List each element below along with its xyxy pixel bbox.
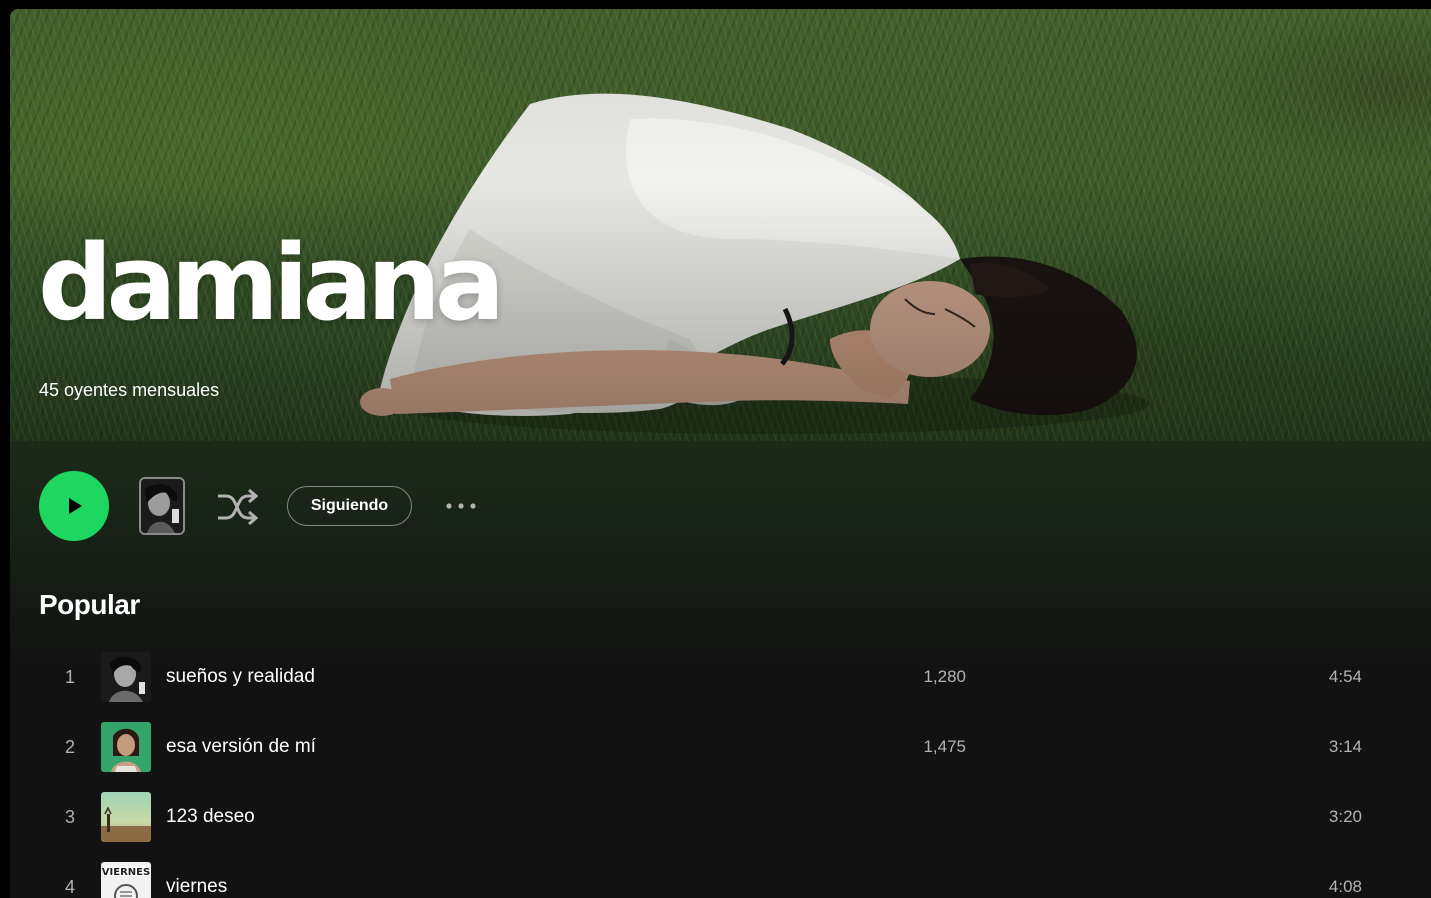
- track-number: 4: [64, 877, 75, 897]
- track-row[interactable]: 3 123 deseo 3:20: [40, 787, 1400, 847]
- preview-thumbnail: [141, 479, 183, 533]
- track-cover: [101, 722, 151, 772]
- shuffle-icon: [218, 488, 259, 526]
- play-icon: [69, 498, 82, 514]
- track-cover: [101, 652, 151, 702]
- track-title[interactable]: viernes: [166, 876, 227, 898]
- track-number: 2: [64, 737, 75, 757]
- track-duration: 3:14: [1328, 737, 1362, 756]
- svg-text:VIERNES: VIERNES: [102, 867, 150, 878]
- monthly-listeners: 45 oyentes mensuales: [39, 380, 220, 400]
- track-row[interactable]: 2 esa versión de mí 1,475 3:14: [40, 717, 1400, 777]
- track-duration: 3:20: [1328, 807, 1362, 826]
- track-title[interactable]: esa versión de mí: [166, 736, 316, 758]
- shuffle-button[interactable]: [216, 487, 259, 527]
- track-play-count: 1,280: [923, 667, 966, 686]
- track-cover: VIERNES: [101, 862, 151, 898]
- track-number: 1: [64, 667, 75, 687]
- track-title[interactable]: sueños y realidad: [166, 666, 315, 688]
- more-options-button[interactable]: [440, 493, 482, 519]
- track-duration: 4:08: [1328, 877, 1362, 896]
- track-title[interactable]: 123 deseo: [166, 806, 255, 828]
- artist-content: Siguiendo Popular 1 sueños y realidad 1,…: [10, 441, 1431, 898]
- artist-name: damiana: [38, 222, 505, 344]
- popular-section-title: Popular: [39, 589, 140, 620]
- artist-header-banner: damiana 45 oyentes mensuales: [10, 9, 1431, 441]
- track-row[interactable]: 1 sueños y realidad 1,280 4:54: [40, 647, 1400, 707]
- track-duration: 4:54: [1328, 667, 1362, 686]
- track-number: 3: [64, 807, 75, 827]
- following-button[interactable]: Siguiendo: [287, 486, 412, 526]
- more-options-icon: [446, 503, 476, 509]
- action-bar: Siguiendo: [10, 441, 1431, 589]
- track-row[interactable]: 4 VIERNES viernes 4:08: [40, 857, 1400, 898]
- play-button[interactable]: [39, 471, 109, 541]
- preview-thumbnail-button[interactable]: [139, 477, 185, 535]
- track-play-count: 1,475: [923, 737, 966, 756]
- track-cover: [101, 792, 151, 842]
- artist-page: damiana 45 oyentes mensuales Siguiendo P…: [10, 9, 1431, 898]
